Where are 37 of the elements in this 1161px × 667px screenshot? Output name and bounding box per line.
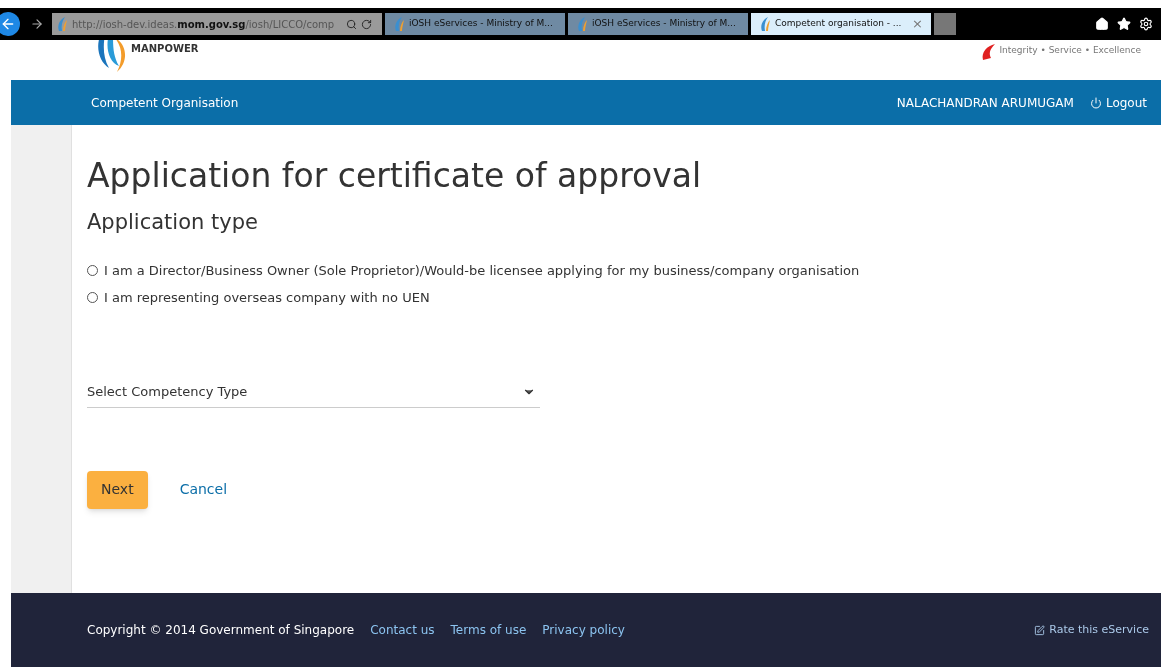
user-name: NALACHANDRAN ARUMUGAM [896,94,1074,112]
radio-label: I am representing overseas company with no UEN [104,289,430,307]
browser-tab[interactable]: iOSH eServices - Ministry of M... [568,13,748,35]
search-icon[interactable] [346,18,357,30]
site-icon [56,16,68,32]
section-title: Application type [87,209,259,236]
favorites-icon[interactable] [1117,17,1131,31]
edit-icon [1034,624,1046,636]
close-tab-button[interactable]: × [912,14,923,34]
power-icon [1089,96,1102,109]
government-tagline: Integrity • Service • Excellence [999,44,1141,57]
home-icon[interactable] [1095,17,1109,31]
site-icon [576,16,588,32]
back-button[interactable] [0,12,20,36]
footer-link[interactable]: Privacy policy [542,621,625,639]
forward-icon[interactable] [30,17,44,31]
address-bar[interactable]: http://iosh-dev.ideas.mom.gov.sg/iosh/LICCO/comp [52,13,382,35]
rate-link[interactable]: Rate this eService [1034,621,1149,639]
browser-tab[interactable]: iOSH eServices - Ministry of M... [385,13,565,35]
site-icon [393,16,405,32]
copyright-text: Copyright © 2014 Government of Singapore [87,622,355,639]
address-text: http://iosh-dev.ideas.mom.gov.sg/iosh/LICCO/comp [72,17,336,32]
site-icon [759,16,771,32]
competency-select[interactable]: Select Competency Type [87,377,540,408]
navbar-title[interactable]: Competent Organisation [91,93,239,112]
refresh-icon[interactable] [361,18,372,30]
footer-link[interactable]: Contact us [370,621,435,639]
radio-label: I am a Director/Business Owner (Sole Proprietor)/Would-be licensee applying for my business/company organisation [104,261,860,280]
ministry-logo-text: MANPOWER [131,42,199,56]
settings-icon[interactable] [1139,17,1153,31]
next-button[interactable]: Next [87,470,148,509]
page-title: Application for certificate of approval [87,155,703,197]
logout-button[interactable]: Logout [1089,93,1147,112]
footer-link[interactable]: Terms of use [450,621,527,639]
cancel-link[interactable]: Cancel [179,479,228,500]
browser-tab[interactable]: Competent organisation - ... × [751,13,931,35]
lion-logo-icon [981,44,996,60]
